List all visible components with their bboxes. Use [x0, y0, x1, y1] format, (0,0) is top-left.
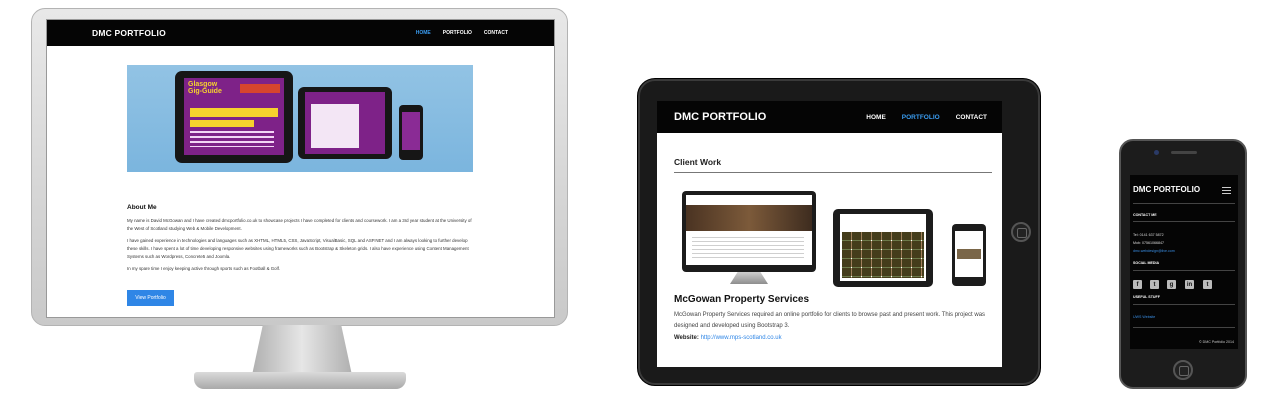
project-website: Website: http://www.mps-scotland.co.uk: [674, 335, 782, 341]
phone-copyright: © DMC Portfolio 2014: [1198, 340, 1234, 344]
phone-divider: [1133, 221, 1235, 222]
project-description: McGowan Property Services required an on…: [674, 312, 986, 329]
phone-divider: [1133, 270, 1235, 271]
hamburger-menu-icon[interactable]: [1222, 187, 1231, 194]
phone-screen: DMC PORTFOLIO CONTACT ME Tel: 0141 637 5…: [1130, 175, 1238, 349]
facebook-icon[interactable]: f: [1133, 280, 1142, 289]
desktop-nav-home[interactable]: HOME: [416, 30, 431, 36]
website-link[interactable]: http://www.mps-scotland.co.uk: [701, 335, 782, 341]
project-phone-mockup: [952, 224, 986, 286]
project-title: McGowan Property Services: [674, 294, 810, 305]
tumblr-icon[interactable]: t: [1203, 280, 1212, 289]
banner-small-tablet-mockup: [298, 87, 392, 159]
social-heading: SOCIAL MEDIA: [1133, 261, 1160, 265]
desktop-brand[interactable]: DMC PORTFOLIO: [92, 28, 166, 38]
banner-phone-mockup: [399, 105, 423, 160]
about-paragraph-1: My name is David McGowan and I have crea…: [127, 218, 472, 231]
phone-home-button[interactable]: [1173, 360, 1193, 380]
tablet-nav-home[interactable]: HOME: [866, 114, 886, 121]
phone-mob: Mob: 07561066847: [1133, 241, 1164, 245]
section-divider: [674, 172, 992, 173]
desktop-nav-links: HOME PORTFOLIO CONTACT: [416, 30, 508, 36]
phone-divider: [1133, 203, 1235, 204]
phone-divider: [1133, 304, 1235, 305]
about-section: About Me My name is David McGowan and I …: [127, 204, 477, 277]
desktop-nav-portfolio[interactable]: PORTFOLIO: [443, 30, 472, 36]
tablet-home-button[interactable]: [1011, 222, 1031, 242]
tablet-nav-contact[interactable]: CONTACT: [956, 114, 987, 121]
about-paragraph-3: In my spare time I enjoy keeping active …: [127, 266, 281, 271]
project-tablet-mockup: [833, 209, 933, 287]
phone-brand[interactable]: DMC PORTFOLIO: [1133, 185, 1200, 194]
website-label: Website:: [674, 335, 699, 341]
banner-tablet-mockup: Glasgow Gig-Guide: [175, 71, 293, 163]
phone-email-link[interactable]: dmc.webdesign@live.com: [1133, 249, 1175, 253]
phone-tel: Tel: 0141 637 5872: [1133, 233, 1164, 237]
tablet-navbar: DMC PORTFOLIO HOME PORTFOLIO CONTACT: [657, 101, 1002, 133]
project-monitor-stand: [730, 272, 768, 284]
tablet-brand[interactable]: DMC PORTFOLIO: [674, 111, 766, 123]
desktop-screen: DMC PORTFOLIO HOME PORTFOLIO CONTACT Gla…: [46, 19, 555, 318]
phone-divider: [1133, 327, 1235, 328]
about-paragraph-2: I have gained experience in technologies…: [127, 238, 469, 259]
monitor-stand-neck: [251, 325, 353, 377]
useful-heading: USEFUL STUFF: [1133, 295, 1160, 299]
about-heading: About Me: [127, 204, 157, 211]
monitor-stand-base: [194, 372, 406, 389]
view-portfolio-button[interactable]: View Portfolio: [127, 290, 174, 306]
desktop-nav-contact[interactable]: CONTACT: [484, 30, 508, 36]
desktop-navbar: DMC PORTFOLIO HOME PORTFOLIO CONTACT: [47, 20, 554, 46]
desktop-monitor: DMC PORTFOLIO HOME PORTFOLIO CONTACT Gla…: [31, 8, 568, 326]
hero-banner-image: Glasgow Gig-Guide: [127, 65, 473, 172]
tablet-nav-portfolio[interactable]: PORTFOLIO: [902, 114, 940, 121]
client-work-heading: Client Work: [674, 157, 722, 167]
contact-heading: CONTACT ME: [1133, 213, 1157, 217]
phone-camera: [1154, 150, 1159, 155]
project-monitor-mockup: [682, 191, 816, 272]
phone-device: DMC PORTFOLIO CONTACT ME Tel: 0141 637 5…: [1119, 139, 1247, 389]
uws-website-link[interactable]: UWS Website: [1133, 315, 1155, 319]
linkedin-icon[interactable]: in: [1185, 280, 1194, 289]
tablet-screen: DMC PORTFOLIO HOME PORTFOLIO CONTACT Cli…: [657, 101, 1002, 367]
tablet-device: DMC PORTFOLIO HOME PORTFOLIO CONTACT Cli…: [637, 78, 1041, 386]
phone-speaker: [1171, 151, 1197, 154]
google-plus-icon[interactable]: g: [1167, 280, 1176, 289]
twitter-icon[interactable]: t: [1150, 280, 1159, 289]
